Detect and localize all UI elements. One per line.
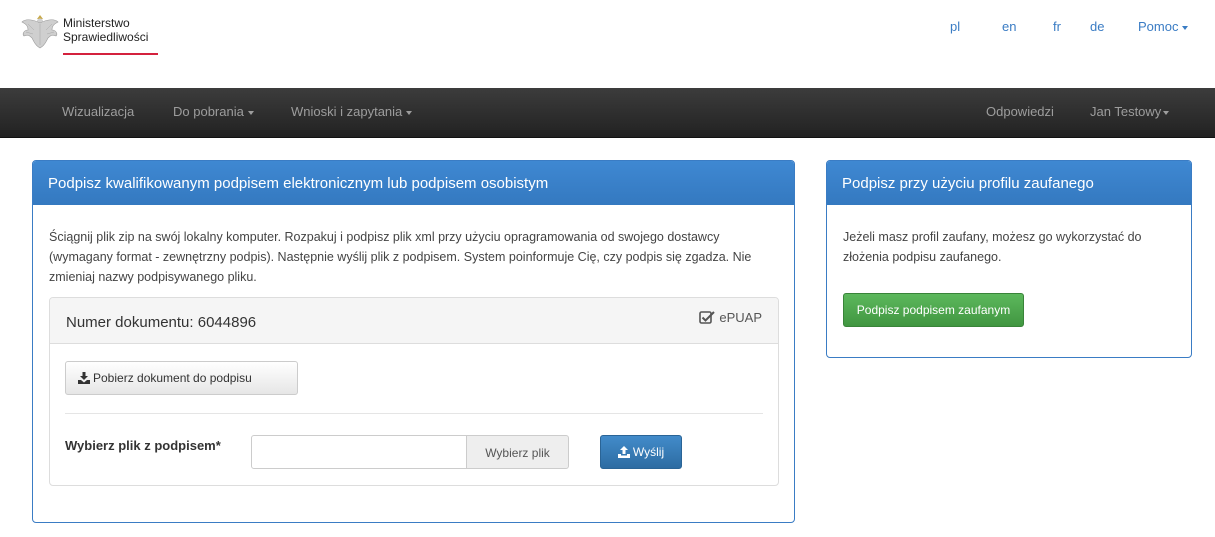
qualified-signature-panel: Podpisz kwalifikowanym podpisem elektron… — [32, 160, 795, 523]
nav-downloads-dropdown[interactable]: Do pobrania — [173, 104, 254, 119]
qualified-instructions: Ściągnij plik zip na swój lokalny komput… — [49, 230, 752, 284]
trusted-panel-title: Podpisz przy użyciu profilu zaufanego — [827, 161, 1191, 205]
lang-link-de[interactable]: de — [1090, 19, 1104, 34]
epuap-indicator: ePUAP — [699, 310, 762, 325]
chevron-down-icon — [1182, 25, 1189, 30]
document-panel-heading: Numer dokumentu: 6044896 ePUAP — [50, 298, 778, 344]
trusted-panel-text: Jeżeli masz profil zaufany, możesz go wy… — [843, 230, 1142, 264]
nav-visualization[interactable]: Wizualizacja — [62, 104, 134, 119]
chevron-down-icon — [247, 110, 254, 115]
nav-responses[interactable]: Odpowiedzi — [986, 104, 1054, 119]
user-menu-dropdown[interactable]: Jan Testowy — [1090, 104, 1170, 119]
signed-file-label: Wybierz plik z podpisem* — [65, 438, 221, 453]
nav-requests-label: Wnioski i zapytania — [291, 104, 403, 119]
help-label: Pomoc — [1138, 19, 1179, 34]
document-number: Numer dokumentu: 6044896 — [66, 314, 257, 331]
chevron-down-icon — [1163, 110, 1170, 115]
upload-icon — [617, 446, 630, 458]
signed-file-input[interactable] — [251, 435, 467, 469]
user-name: Jan Testowy — [1090, 104, 1162, 119]
help-dropdown[interactable]: Pomoc — [1138, 19, 1189, 34]
qualified-panel-title: Podpisz kwalifikowanym podpisem elektron… — [33, 161, 794, 205]
lang-link-fr[interactable]: fr — [1053, 19, 1061, 34]
language-switcher: pl en fr de Pomoc — [0, 19, 1215, 39]
main-navbar: Wizualizacja Do pobrania Wnioski i zapyt… — [0, 88, 1215, 138]
top-header: Ministerstwo Sprawiedliwości pl en fr de… — [0, 0, 1215, 88]
download-icon — [78, 372, 90, 384]
nav-requests-dropdown[interactable]: Wnioski i zapytania — [291, 104, 413, 119]
logo-underline — [63, 53, 158, 55]
send-button[interactable]: Wyślij — [600, 435, 682, 469]
epuap-label: ePUAP — [719, 310, 762, 325]
chevron-down-icon — [406, 110, 413, 115]
send-button-label: Wyślij — [632, 445, 665, 459]
lang-link-pl[interactable]: pl — [950, 19, 960, 34]
document-panel: Numer dokumentu: 6044896 ePUAP Pobierz d… — [49, 297, 779, 486]
trusted-profile-panel: Podpisz przy użyciu profilu zaufanego Je… — [826, 160, 1192, 358]
checked-checkbox-icon — [699, 311, 716, 324]
nav-downloads-label: Do pobrania — [173, 104, 244, 119]
sign-trusted-profile-button[interactable]: Podpisz podpisem zaufanym — [843, 293, 1024, 327]
download-button-label: Pobierz dokument do podpisu — [93, 371, 252, 385]
download-document-button[interactable]: Pobierz dokument do podpisu — [65, 361, 298, 395]
choose-file-button[interactable]: Wybierz plik — [466, 435, 569, 469]
divider — [65, 413, 763, 414]
lang-link-en[interactable]: en — [1002, 19, 1016, 34]
